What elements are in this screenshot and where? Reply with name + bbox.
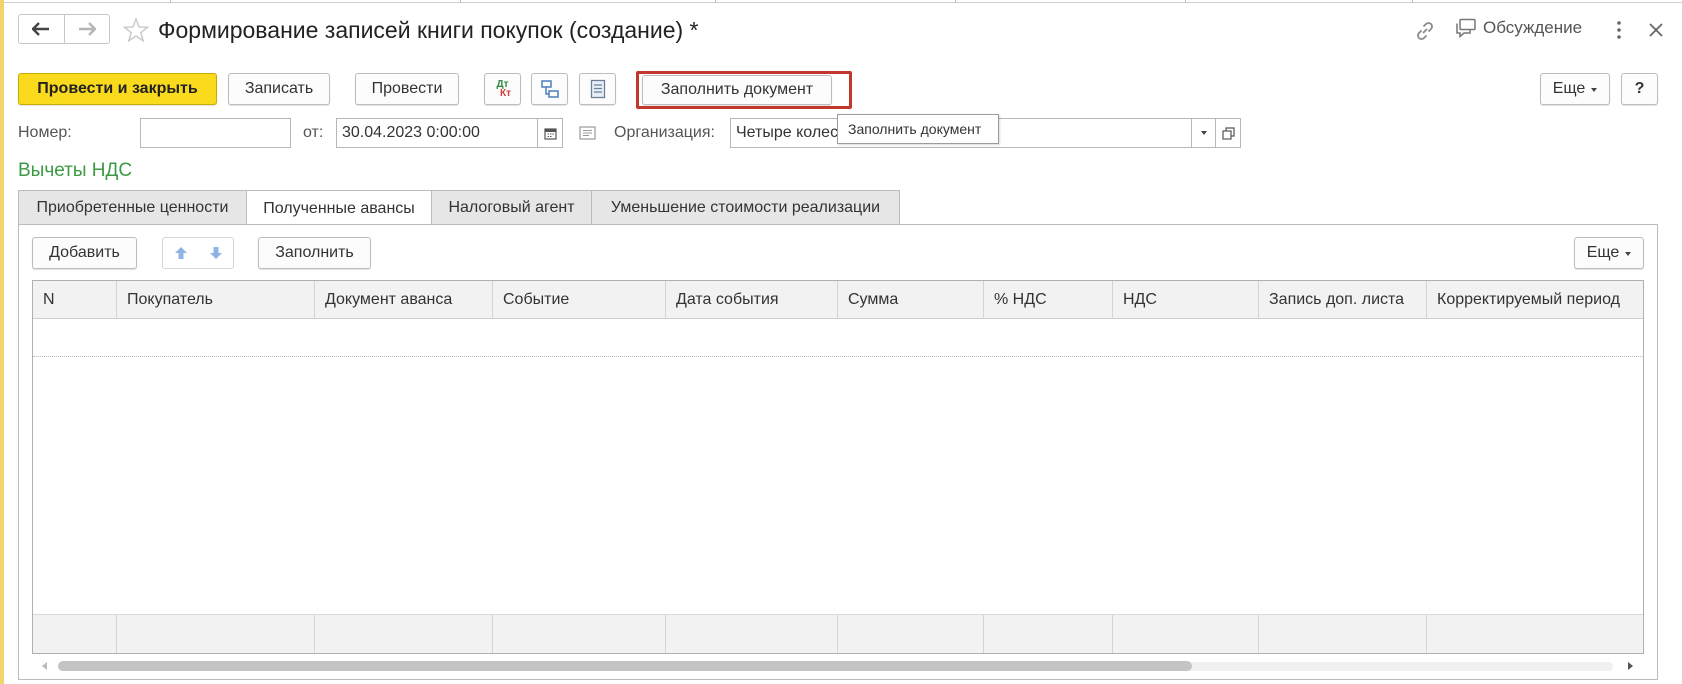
favorite-star-icon[interactable]: [123, 17, 149, 43]
more-button[interactable]: Еще: [1540, 73, 1610, 105]
dt-kt-button[interactable]: Дт Кт: [484, 73, 521, 105]
tooltip: Заполнить документ: [837, 114, 999, 144]
move-up-button[interactable]: [163, 238, 198, 268]
advances-table: N Покупатель Документ аванса Событие Дат…: [32, 280, 1644, 654]
footer-cell: [1259, 615, 1427, 653]
tab-acquired-values[interactable]: Приобретенные ценности: [18, 190, 247, 225]
tab-tax-agent[interactable]: Налоговый агент: [431, 190, 592, 225]
add-row-button[interactable]: Добавить: [32, 237, 137, 269]
footer-cell: [493, 615, 666, 653]
scroll-thumb[interactable]: [58, 661, 1192, 671]
caret-down-icon: [1625, 252, 1632, 256]
scroll-left-icon[interactable]: [40, 661, 50, 671]
kt-label: Кт: [499, 88, 511, 99]
date-input[interactable]: 30.04.2023 0:00:00: [336, 118, 538, 148]
tab-bar: Приобретенные ценности Полученные авансы…: [18, 190, 900, 226]
forward-button[interactable]: [63, 15, 110, 43]
report-button[interactable]: [579, 73, 616, 105]
chevron-down-icon: [1200, 131, 1207, 135]
column-header-vat[interactable]: НДС: [1113, 281, 1259, 318]
table-more-label: Еще: [1586, 244, 1620, 261]
open-form-icon: [1221, 126, 1235, 140]
chat-icon: [1456, 18, 1476, 38]
date-label: от:: [303, 124, 324, 141]
column-header-event-date[interactable]: Дата события: [666, 281, 838, 318]
footer-cell: [315, 615, 493, 653]
number-label: Номер:: [18, 124, 72, 141]
tab-sales-cost-reduction[interactable]: Уменьшение стоимости реализации: [591, 190, 900, 225]
move-down-button[interactable]: [198, 238, 233, 268]
organization-label: Организация:: [614, 124, 715, 141]
discussion-label: Обсуждение: [1483, 18, 1583, 37]
document-structure-icon: [540, 80, 559, 98]
column-header-vat-rate[interactable]: % НДС: [984, 281, 1113, 318]
column-header-adjusted-period[interactable]: Корректируемый период: [1427, 281, 1643, 318]
tab-received-advances[interactable]: Полученные авансы: [246, 190, 432, 226]
post-button[interactable]: Провести: [355, 73, 459, 105]
back-button[interactable]: [19, 15, 64, 43]
save-button[interactable]: Записать: [228, 73, 330, 105]
window-top-border: [0, 0, 1682, 3]
table-footer: [33, 614, 1643, 653]
table-more-button[interactable]: Еще: [1574, 237, 1644, 269]
history-nav: [18, 14, 110, 44]
structure-button[interactable]: [531, 73, 568, 105]
discussion-button[interactable]: Обсуждение: [1455, 18, 1582, 38]
arrow-right-icon: [78, 22, 96, 36]
footer-cell: [1113, 615, 1259, 653]
close-icon[interactable]: [1645, 19, 1667, 41]
help-button[interactable]: ?: [1621, 73, 1658, 105]
arrow-left-icon: [32, 22, 50, 36]
footer-cell: [984, 615, 1113, 653]
horizontal-scrollbar[interactable]: [32, 655, 1644, 677]
dt-kt-icon: Дт Кт: [494, 80, 511, 99]
section-title: Вычеты НДС: [18, 160, 133, 181]
arrow-down-icon: [209, 247, 222, 259]
footer-cell: [33, 615, 117, 653]
comment-icon[interactable]: [579, 126, 596, 140]
column-header-additional-sheet[interactable]: Запись доп. листа: [1259, 281, 1427, 318]
highlight-frame: [636, 71, 852, 109]
column-header-buyer[interactable]: Покупатель: [117, 281, 315, 318]
number-input[interactable]: [140, 118, 291, 148]
footer-cell: [666, 615, 838, 653]
scroll-right-icon[interactable]: [1625, 661, 1635, 671]
table-header: N Покупатель Документ аванса Событие Дат…: [33, 281, 1643, 319]
organization-dropdown-button[interactable]: [1191, 118, 1216, 148]
column-header-advance-document[interactable]: Документ аванса: [315, 281, 493, 318]
column-header-amount[interactable]: Сумма: [838, 281, 984, 318]
post-and-close-button[interactable]: Провести и закрыть: [18, 73, 217, 105]
arrow-up-icon: [174, 247, 187, 259]
footer-cell: [838, 615, 984, 653]
column-header-n[interactable]: N: [33, 281, 117, 318]
column-header-event[interactable]: Событие: [493, 281, 666, 318]
more-vertical-icon[interactable]: [1612, 18, 1626, 42]
footer-cell: [1427, 615, 1643, 653]
caret-down-icon: [1591, 88, 1598, 92]
calendar-button[interactable]: [537, 118, 563, 148]
fill-table-button[interactable]: Заполнить: [258, 237, 371, 269]
calendar-icon: [543, 127, 557, 140]
more-label: Еще: [1552, 80, 1586, 97]
page-title: Формирование записей книги покупок (созд…: [158, 17, 699, 43]
organization-open-button[interactable]: [1215, 118, 1241, 148]
link-icon[interactable]: [1413, 19, 1437, 43]
footer-cell: [117, 615, 315, 653]
table-row[interactable]: [33, 320, 1643, 357]
list-report-icon: [590, 79, 605, 99]
move-buttons: [162, 237, 234, 269]
window-left-stripe: [0, 0, 4, 684]
